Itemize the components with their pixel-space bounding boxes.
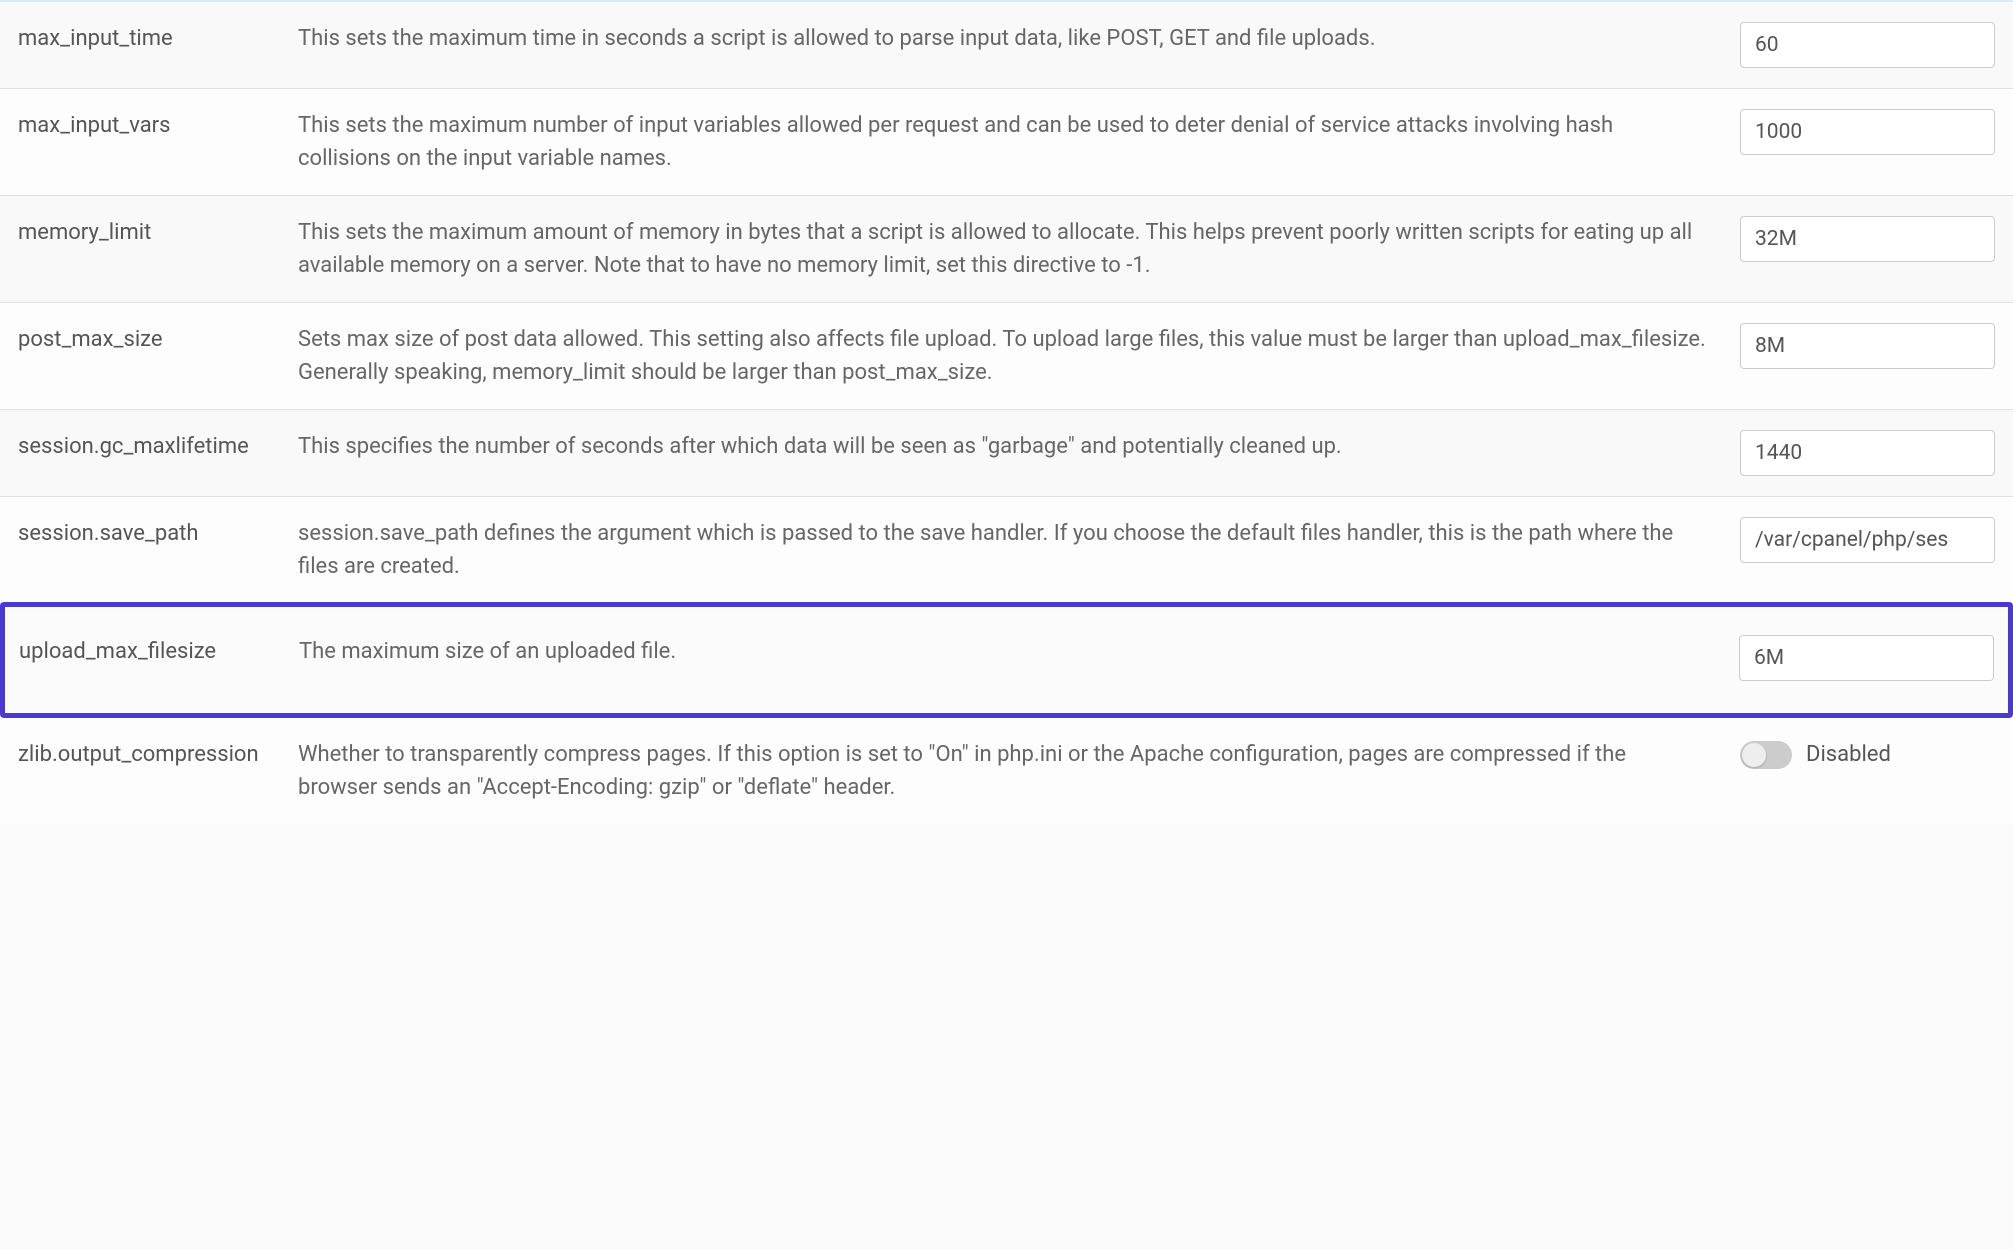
setting-name: zlib.output_compression [18,738,298,771]
setting-name: session.save_path [18,517,298,550]
setting-row-max-input-time: max_input_time This sets the maximum tim… [0,2,2013,89]
toggle-state-label: Disabled [1806,738,1891,771]
setting-row-session-save-path: session.save_path session.save_path defi… [0,497,2013,604]
session-gc-maxlifetime-input[interactable] [1740,430,1995,476]
setting-value-cell [1740,430,1995,476]
setting-row-upload-max-filesize: upload_max_filesize The maximum size of … [0,602,2013,718]
setting-description: session.save_path defines the argument w… [298,517,1740,583]
max-input-time-input[interactable] [1740,22,1995,68]
toggle-knob-icon [1742,743,1766,767]
setting-value-cell [1740,323,1995,369]
setting-value-cell: Disabled [1740,738,1995,771]
setting-description: This sets the maximum amount of memory i… [298,216,1740,282]
setting-row-max-input-vars: max_input_vars This sets the maximum num… [0,89,2013,196]
session-save-path-input[interactable] [1740,517,1995,563]
setting-row-post-max-size: post_max_size Sets max size of post data… [0,303,2013,410]
setting-name: post_max_size [18,323,298,356]
setting-value-cell [1740,109,1995,155]
setting-name: upload_max_filesize [19,635,299,668]
setting-row-zlib-output-compression: zlib.output_compression Whether to trans… [0,718,2013,824]
setting-value-cell [1739,635,1994,681]
setting-value-cell [1740,22,1995,68]
upload-max-filesize-input[interactable] [1739,635,1994,681]
setting-description: This sets the maximum number of input va… [298,109,1740,175]
setting-description: Whether to transparently compress pages.… [298,738,1740,804]
setting-value-cell [1740,216,1995,262]
setting-name: memory_limit [18,216,298,249]
setting-description: This sets the maximum time in seconds a … [298,22,1740,55]
max-input-vars-input[interactable] [1740,109,1995,155]
zlib-output-compression-toggle[interactable] [1740,741,1792,769]
setting-row-memory-limit: memory_limit This sets the maximum amoun… [0,196,2013,303]
setting-description: Sets max size of post data allowed. This… [298,323,1740,389]
setting-name: session.gc_maxlifetime [18,430,298,463]
setting-description: This specifies the number of seconds aft… [298,430,1740,463]
setting-row-session-gc-maxlifetime: session.gc_maxlifetime This specifies th… [0,410,2013,497]
setting-name: max_input_vars [18,109,298,142]
php-settings-table: max_input_time This sets the maximum tim… [0,0,2013,824]
post-max-size-input[interactable] [1740,323,1995,369]
setting-description: The maximum size of an uploaded file. [299,635,1739,668]
setting-value-cell [1740,517,1995,563]
setting-name: max_input_time [18,22,298,55]
memory-limit-input[interactable] [1740,216,1995,262]
